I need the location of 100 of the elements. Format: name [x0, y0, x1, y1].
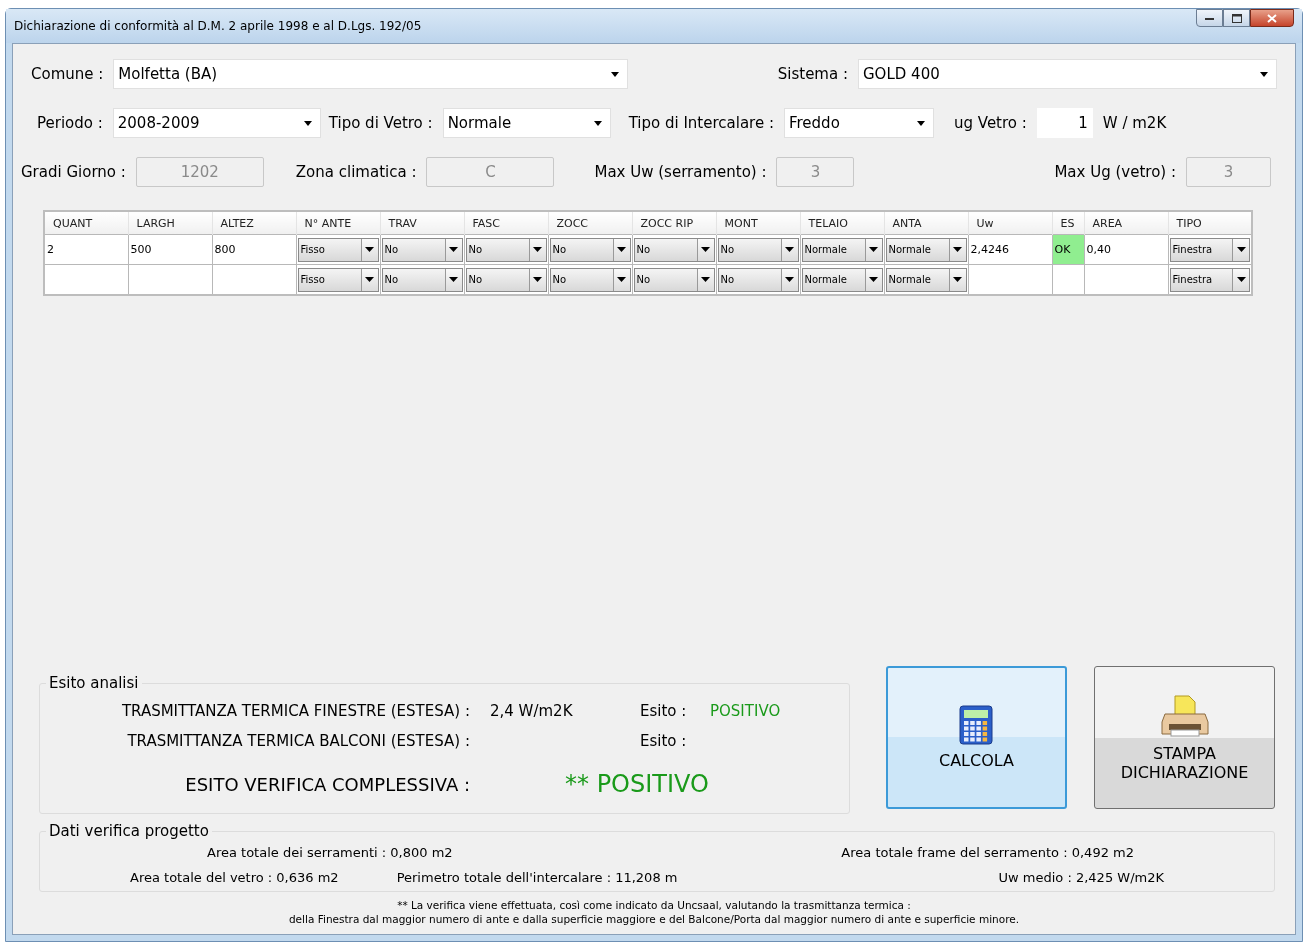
cell-dropdown[interactable]: Finestra	[1169, 267, 1250, 292]
footnote-text: della Finestra dal maggior numero di ante e dalla superficie maggiore e del Balcone/Porta dal maggior numero di ante e superficie minore.	[287, 912, 1021, 926]
stampa-button[interactable]: STAMPA DICHIARAZIONE	[1094, 666, 1275, 809]
cell-dropdown[interactable]: Normale	[885, 237, 967, 262]
periodo-dropdown[interactable]: 2008-2009	[112, 108, 321, 138]
caret-icon	[1260, 71, 1268, 77]
status-cell: OK	[1052, 234, 1084, 265]
caret-icon	[365, 277, 374, 282]
column-header[interactable]: ZOCC RIP	[632, 211, 716, 235]
intercalare-dropdown[interactable]: Freddo	[784, 108, 934, 138]
caret-icon	[869, 247, 878, 252]
table-cell[interactable]: 2	[44, 234, 128, 265]
caret-icon	[953, 277, 962, 282]
calcola-button[interactable]: CALCOLA	[885, 666, 1067, 809]
result-value: POSITIVO	[710, 702, 781, 720]
summary-text: Area totale frame del serramento : 0,492 m2	[841, 845, 1134, 860]
unit-label: W / m2K	[1102, 114, 1167, 132]
group-title: Esito analisi	[48, 674, 140, 692]
cell-dropdown[interactable]: No	[549, 237, 631, 262]
cell-dropdown[interactable]: No	[465, 237, 547, 262]
caret-icon	[617, 277, 626, 282]
table-cell[interactable]: 800	[212, 234, 296, 265]
column-header[interactable]: ALTEZ	[212, 211, 296, 235]
caret-icon	[533, 247, 542, 252]
maximize-icon	[1231, 13, 1242, 23]
summary-text: Uw medio : 2,425 W/m2K	[998, 870, 1164, 885]
column-header[interactable]: TRAV	[380, 211, 464, 235]
caret-icon	[785, 247, 794, 252]
table-cell[interactable]: 0,40	[1084, 234, 1168, 265]
field-label: Zona climatica :	[295, 163, 417, 181]
caret-icon	[1236, 277, 1246, 282]
minimize-button[interactable]	[1196, 9, 1223, 27]
cell-dropdown[interactable]: No	[465, 267, 547, 292]
table-cell[interactable]: 500	[128, 234, 212, 265]
field-label: Sistema :	[777, 65, 848, 83]
field-label: Max Uw (serramento) :	[594, 163, 767, 181]
tipo-vetro-dropdown[interactable]: Normale	[442, 108, 611, 138]
comune-dropdown[interactable]: Molfetta (BA)	[113, 59, 629, 89]
caret-icon	[869, 277, 878, 282]
column-header[interactable]: FASC	[464, 211, 548, 235]
cell-dropdown[interactable]: Normale	[801, 237, 883, 262]
caret-icon	[533, 277, 542, 282]
caret-icon	[593, 120, 602, 126]
caret-icon	[365, 247, 374, 252]
cell-dropdown[interactable]: No	[717, 237, 799, 262]
close-icon	[1267, 13, 1277, 23]
close-button[interactable]	[1250, 9, 1294, 27]
caret-icon	[617, 247, 626, 252]
caret-icon	[1236, 247, 1246, 252]
column-header[interactable]: ES	[1052, 211, 1084, 235]
caret-icon	[449, 247, 458, 252]
caret-icon	[701, 277, 710, 282]
maximize-button[interactable]	[1223, 9, 1250, 27]
summary-text: Area totale dei serramenti : 0,800 m2	[207, 845, 453, 860]
cell-dropdown[interactable]: No	[633, 237, 715, 262]
cell-dropdown[interactable]: Fisso	[297, 267, 379, 292]
caret-icon	[785, 277, 794, 282]
result-label: ESITO VERIFICA COMPLESSIVA :	[184, 773, 470, 795]
column-header[interactable]: AREA	[1084, 211, 1168, 235]
table-cell[interactable]: 2,4246	[968, 234, 1052, 265]
cell-dropdown[interactable]: Normale	[885, 267, 967, 292]
column-header[interactable]: LARGH	[128, 211, 212, 235]
caret-icon	[953, 247, 962, 252]
cell-dropdown[interactable]: Fisso	[297, 237, 379, 262]
field-label: Tipo di Vetro :	[328, 114, 433, 132]
cell-dropdown[interactable]: Normale	[801, 267, 883, 292]
column-header[interactable]: QUANT	[44, 211, 128, 235]
printer-icon	[1160, 693, 1209, 738]
cell-dropdown[interactable]: No	[549, 267, 631, 292]
cell-dropdown[interactable]: Finestra	[1169, 237, 1250, 262]
field-label: Gradi Giorno :	[21, 163, 126, 181]
summary-text: Area totale del vetro : 0,636 m2	[130, 870, 339, 885]
ug-vetro-field[interactable]: 1	[1036, 108, 1093, 138]
column-header[interactable]: TIPO	[1168, 211, 1252, 235]
field-label: Tipo di Intercalare :	[628, 114, 774, 132]
footnote-text: ** La verifica viene effettuata, così come indicato da Uncsaal, valutando la trasmittanza termica :	[396, 898, 912, 912]
window-title: Dichiarazione di conformità al D.M. 2 aprile 1998 e al D.Lgs. 192/05	[14, 19, 422, 33]
cell-dropdown[interactable]: No	[717, 267, 799, 292]
cell-dropdown[interactable]: No	[381, 237, 463, 262]
column-header[interactable]: ZOCC	[548, 211, 632, 235]
caret-icon	[917, 120, 925, 126]
column-header[interactable]: MONT	[716, 211, 800, 235]
result-value: 2,4 W/m2K	[489, 702, 574, 720]
column-header[interactable]: Uw	[968, 211, 1052, 235]
result-value: ** POSITIVO	[565, 770, 709, 798]
calculator-icon	[959, 705, 994, 745]
summary-text: Perimetro totale dell'intercalare : 11,208 m	[396, 870, 678, 885]
column-header[interactable]: TELAIO	[800, 211, 884, 235]
field-label: Comune :	[31, 65, 104, 83]
field-label: Periodo :	[37, 114, 103, 132]
column-header[interactable]: N° ANTE	[296, 211, 380, 235]
cell-dropdown[interactable]: No	[381, 267, 463, 292]
result-label: Esito :	[640, 702, 688, 720]
sistema-dropdown[interactable]: GOLD 400	[858, 59, 1277, 89]
cell-dropdown[interactable]: No	[633, 267, 715, 292]
result-label: Esito :	[640, 732, 688, 750]
field-label: ug Vetro :	[954, 114, 1027, 132]
caret-icon	[303, 120, 312, 126]
result-label: TRASMITTANZA TERMICA BALCONI (ESTESA) :	[126, 732, 470, 750]
column-header[interactable]: ANTA	[884, 211, 968, 235]
